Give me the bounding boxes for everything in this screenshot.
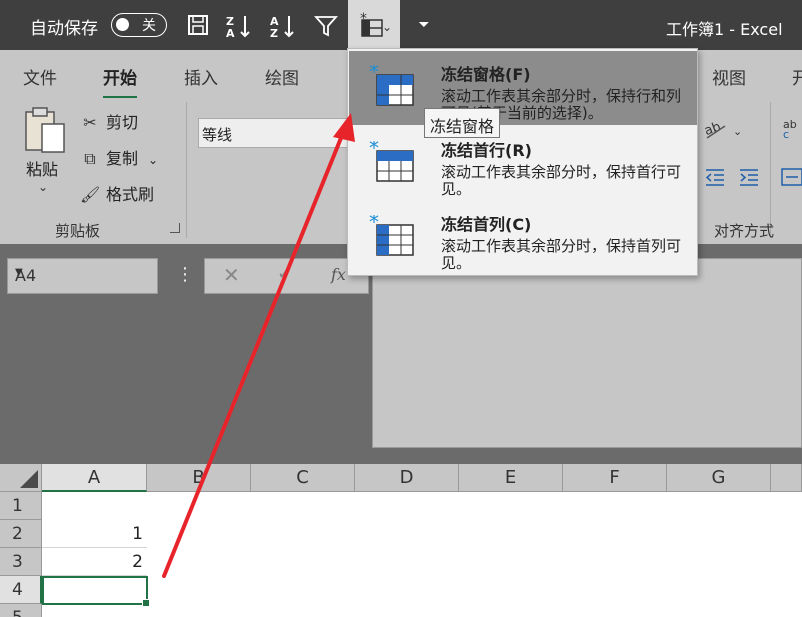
cell-A2[interactable]: 1 xyxy=(42,520,147,548)
cell-A3[interactable]: 2 xyxy=(42,548,147,576)
divider xyxy=(770,102,771,238)
freeze-top-row-title: 冻结首行(R) xyxy=(441,141,532,160)
paste-label[interactable]: 粘贴 xyxy=(26,156,58,180)
brush-icon: 🖌 xyxy=(80,185,101,204)
format-painter-button[interactable]: 🖌 格式刷 xyxy=(80,181,154,205)
increase-indent-icon[interactable] xyxy=(738,166,760,188)
cell-A4-active[interactable] xyxy=(42,576,150,607)
chevron-down-icon[interactable]: ⌄ xyxy=(372,12,402,42)
autosave-toggle[interactable]: 关 xyxy=(111,13,167,37)
text-orientation-icon[interactable]: ab ⌄ xyxy=(703,118,743,140)
alignment-group-label: 对齐方式 xyxy=(714,222,775,240)
freeze-panes-icon: * xyxy=(369,65,414,106)
spreadsheet-grid: A B C D E F G 1 2 3 4 5 1 2 xyxy=(0,464,802,617)
row-header[interactable]: 5 xyxy=(0,604,42,617)
column-header[interactable]: D xyxy=(355,464,459,492)
clipboard-group-label: 剪贴板 xyxy=(55,222,101,240)
copy-label: 复制 xyxy=(106,149,139,168)
toggle-knob xyxy=(116,18,129,31)
column-header[interactable] xyxy=(771,464,802,492)
freeze-first-column-icon: * xyxy=(369,215,414,256)
customize-toolbar-icon[interactable]: ⏷ xyxy=(409,10,439,40)
cut-button[interactable]: ✂ 剪切 xyxy=(80,109,138,133)
tooltip: 冻结窗格 xyxy=(424,108,501,138)
dropdown-arrow-icon[interactable]: ▼ xyxy=(15,267,151,278)
dialog-launcher-icon[interactable] xyxy=(170,223,180,233)
format-painter-label: 格式刷 xyxy=(106,185,155,204)
document-title: 工作簿1 - Excel xyxy=(666,20,783,39)
sort-descending-icon[interactable]: AZ xyxy=(268,10,298,40)
tab-draw[interactable]: 绘图 xyxy=(265,64,299,89)
freeze-top-row-icon: * xyxy=(369,141,414,182)
column-header[interactable]: B xyxy=(147,464,251,492)
formula-input[interactable] xyxy=(372,258,802,448)
freeze-top-row-item[interactable]: * 冻结首行(R) 滚动工作表其余部分时，保持首行可见。 xyxy=(349,127,697,201)
filter-icon[interactable] xyxy=(311,10,341,40)
svg-text:⌄: ⌄ xyxy=(733,125,741,138)
freeze-first-column-item[interactable]: * 冻结首列(C) 滚动工作表其余部分时，保持首列可见。 xyxy=(349,201,697,275)
name-box[interactable]: A4 ▼ xyxy=(7,258,158,294)
font-name-box[interactable]: 等线 xyxy=(198,118,350,148)
svg-text:Z: Z xyxy=(270,27,278,38)
divider xyxy=(186,102,187,238)
cut-label: 剪切 xyxy=(106,113,139,132)
svg-text:c: c xyxy=(783,128,789,140)
freeze-panes-menu: * 冻结窗格(F) 滚动工作表其余部分时，保持行和列可见(基于当前的选择)。 *… xyxy=(347,48,698,276)
autosave-state: 关 xyxy=(142,18,156,34)
merge-center-icon[interactable] xyxy=(781,166,802,188)
freeze-panes-item[interactable]: * 冻结窗格(F) 滚动工作表其余部分时，保持行和列可见(基于当前的选择)。 xyxy=(349,51,697,125)
column-header[interactable]: A xyxy=(42,464,147,492)
freeze-top-row-desc: 滚动工作表其余部分时，保持首行可见。 xyxy=(441,164,682,198)
chevron-down-icon[interactable]: ⌄ xyxy=(148,153,158,167)
svg-text:A: A xyxy=(226,27,235,38)
tab-developer[interactable]: 开 xyxy=(792,64,802,89)
tab-home[interactable]: 开始 xyxy=(103,64,137,99)
formula-buttons: ✕ ✓ fx xyxy=(204,258,369,294)
freeze-panes-title: 冻结窗格(F) xyxy=(441,65,531,84)
font-name: 等线 xyxy=(202,126,233,144)
wrap-text-icon[interactable]: ab c xyxy=(783,118,802,141)
save-icon[interactable] xyxy=(183,10,213,40)
more-options-icon[interactable]: ⋮ xyxy=(176,264,194,285)
paste-icon[interactable] xyxy=(24,106,68,154)
title-bar: 自动保存 关 ZA AZ * ⌄ ⏷ 工作簿1 - Excel xyxy=(0,0,802,50)
autosave-label: 自动保存 xyxy=(30,19,98,39)
chevron-down-icon[interactable]: ⌄ xyxy=(38,180,48,194)
sort-ascending-icon[interactable]: ZA xyxy=(224,10,254,40)
enter-icon[interactable]: ✓ xyxy=(277,263,292,284)
row-header[interactable]: 3 xyxy=(0,548,42,576)
insert-function-button[interactable]: fx xyxy=(331,265,346,284)
row-header[interactable]: 2 xyxy=(0,520,42,548)
scissors-icon: ✂ xyxy=(83,113,97,132)
column-header[interactable]: E xyxy=(459,464,563,492)
row-header[interactable]: 1 xyxy=(0,492,42,520)
column-header[interactable]: G xyxy=(667,464,771,492)
tab-view[interactable]: 视图 xyxy=(712,64,746,89)
copy-icon: ⧉ xyxy=(84,149,96,168)
row-header[interactable]: 4 xyxy=(0,576,42,604)
tab-file[interactable]: 文件 xyxy=(23,64,57,89)
decrease-indent-icon[interactable] xyxy=(704,166,726,188)
tab-insert[interactable]: 插入 xyxy=(184,64,218,89)
select-all-button[interactable] xyxy=(0,464,42,492)
freeze-first-column-title: 冻结首列(C) xyxy=(441,215,532,234)
freeze-first-column-desc: 滚动工作表其余部分时，保持首列可见。 xyxy=(441,238,682,272)
cancel-icon[interactable]: ✕ xyxy=(223,263,240,287)
column-header[interactable]: F xyxy=(563,464,667,492)
column-header[interactable]: C xyxy=(251,464,355,492)
copy-button[interactable]: ⧉ 复制 ⌄ xyxy=(80,145,158,169)
